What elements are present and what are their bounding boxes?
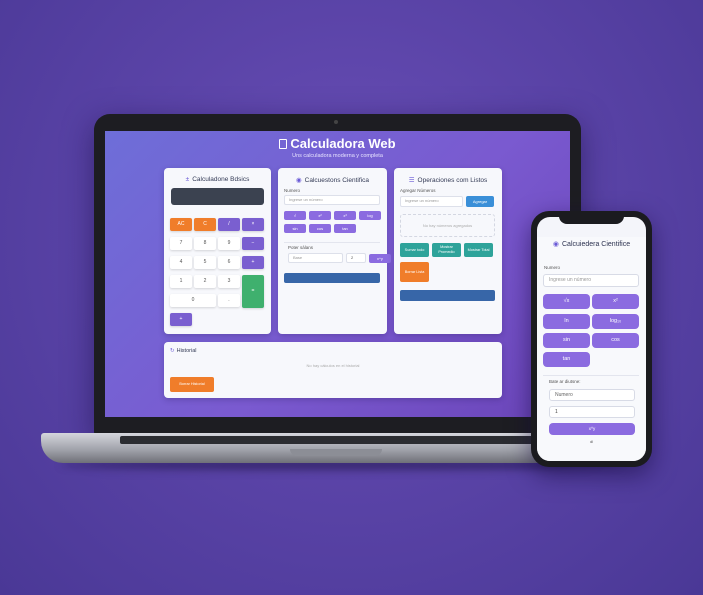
laptop-keyboard: [120, 436, 540, 444]
phone-calc-button[interactable]: x^y: [549, 423, 635, 435]
lists-card-title: ☰ Operaciones com Listos: [394, 176, 502, 184]
scientific-card-title: ◉ Calcuestons Cientifica: [278, 176, 387, 184]
phone-ln-button[interactable]: ln: [543, 314, 590, 329]
history-card: ↻ Historial No hay cálculos en el histori…: [164, 342, 502, 398]
total-button[interactable]: Mostrar Total: [464, 243, 493, 257]
page-subtitle: Uns calculadora moderna y completa: [292, 153, 383, 159]
key-2[interactable]: 2: [194, 275, 216, 288]
key-clear[interactable]: C: [194, 218, 216, 231]
key-equals[interactable]: =: [242, 275, 264, 308]
history-title-text: Historial: [176, 348, 197, 354]
list-icon: ☰: [408, 177, 415, 184]
key-6[interactable]: 6: [218, 256, 240, 269]
history-empty: No hay cálculos en el historial: [306, 363, 360, 368]
clear-list-button[interactable]: Borrar Lista: [400, 262, 429, 282]
phone-screen: ◉ Calcuiedera Cientifice Numero Ingrese u…: [537, 217, 646, 461]
key-add[interactable]: +: [242, 256, 264, 269]
atom-icon: ◉: [296, 177, 302, 184]
basic-card-title-text: Calculadone Bdsics: [192, 176, 250, 183]
phone-base-input[interactable]: Numero: [549, 389, 635, 401]
lists-card-title-text: Operaciones com Listos: [417, 177, 488, 184]
phone-exponent-input[interactable]: 1: [549, 406, 635, 418]
key-decimal[interactable]: .: [218, 294, 240, 307]
average-button[interactable]: Mostrar Promedio: [432, 243, 461, 257]
cube-button[interactable]: x³: [334, 211, 356, 220]
phone-tan-button[interactable]: tan: [543, 352, 590, 367]
clear-history-button[interactable]: Borrar Historial: [170, 377, 214, 392]
key-plus-minus[interactable]: +: [170, 313, 192, 326]
phone-number-input[interactable]: Ingrese un número: [543, 274, 639, 287]
phone-sqrt-button[interactable]: √x: [543, 294, 590, 309]
key-5[interactable]: 5: [194, 256, 216, 269]
phone-square-button[interactable]: x²: [592, 294, 639, 309]
scientific-calculator-card: ◉ Calcuestons Cientifica Numero Ingrese u…: [278, 168, 391, 334]
scientific-card-title-text: Calcuestons Cientifica: [304, 177, 369, 184]
phone-atom-icon: ◉: [552, 241, 559, 248]
key-9[interactable]: 9: [218, 237, 240, 250]
sum-all-button[interactable]: Sumar todo: [400, 243, 429, 257]
key-7[interactable]: 7: [170, 237, 192, 250]
phone-app: ◉ Calcuiedera Cientifice Numero Ingrese u…: [537, 237, 646, 461]
tan-button[interactable]: tan: [334, 224, 356, 233]
sin-button[interactable]: sin: [284, 224, 306, 233]
phone-sin-button[interactable]: sin: [543, 333, 590, 348]
list-result-bar: [400, 290, 495, 301]
page-title-text: Calculadora Web: [290, 136, 396, 151]
base-input[interactable]: Base: [288, 253, 343, 263]
key-4[interactable]: 4: [170, 256, 192, 269]
numbers-list-empty: No hay números agregados: [400, 214, 495, 237]
calculator-display: [171, 188, 264, 205]
power-button[interactable]: x^y: [369, 254, 391, 263]
laptop-screen: Calculadora Web Uns calculadora moderna …: [105, 131, 570, 417]
basic-card-title: ± Calculadone Bdsics: [164, 176, 271, 183]
page-title: Calculadora Web: [105, 136, 570, 151]
key-8[interactable]: 8: [194, 237, 216, 250]
laptop-hinge-notch: [290, 449, 382, 456]
number-label: Numero: [284, 188, 301, 193]
phone-divider: [543, 375, 639, 376]
key-0[interactable]: 0: [170, 294, 216, 307]
laptop-camera: [334, 120, 338, 124]
key-subtract[interactable]: −: [242, 237, 264, 250]
phone-title-text: Calcuiedera Cientifice: [562, 241, 631, 248]
add-number-button[interactable]: Agregar: [466, 196, 494, 207]
power-label: Poter sálans: [288, 245, 314, 250]
phone-number-label: Numero: [544, 265, 561, 270]
list-number-input[interactable]: Ingrese un número: [400, 196, 463, 207]
scientific-result-bar: [284, 273, 380, 283]
phone-power-label: Bate ar diutsne:: [549, 379, 581, 384]
basic-calculator-card: ± Calculadone Bdsics AC C / × 7 8 9 − 4 5…: [164, 168, 271, 334]
phone-title: ◉ Calcuiedera Cientifice: [537, 240, 646, 250]
calculator-icon: [279, 139, 288, 149]
divider: [284, 242, 380, 243]
list-operations-card: ☰ Operaciones com Listos Agregar Números …: [394, 168, 502, 334]
key-multiply[interactable]: ×: [242, 218, 264, 231]
key-clear-all[interactable]: AC: [170, 218, 192, 231]
phone-footer-text: dl: [589, 439, 594, 444]
log-button[interactable]: log: [359, 211, 381, 220]
number-input[interactable]: Ingrese un número: [284, 195, 380, 205]
exponent-input[interactable]: 2: [346, 253, 366, 263]
phone-log-button[interactable]: log₁₀: [592, 314, 639, 329]
sqrt-button[interactable]: √: [284, 211, 306, 220]
key-3[interactable]: 3: [218, 275, 240, 288]
add-numbers-label: Agregar Números: [400, 188, 436, 193]
key-1[interactable]: 1: [170, 275, 192, 288]
plus-minus-icon: ±: [185, 176, 190, 183]
history-icon: ↻: [170, 348, 175, 354]
key-divide[interactable]: /: [218, 218, 240, 231]
phone-notch: [559, 213, 624, 224]
square-button[interactable]: x²: [309, 211, 331, 220]
phone-cos-button[interactable]: cos: [592, 333, 639, 348]
cos-button[interactable]: cos: [309, 224, 331, 233]
history-title: ↻ Historial: [170, 348, 196, 354]
